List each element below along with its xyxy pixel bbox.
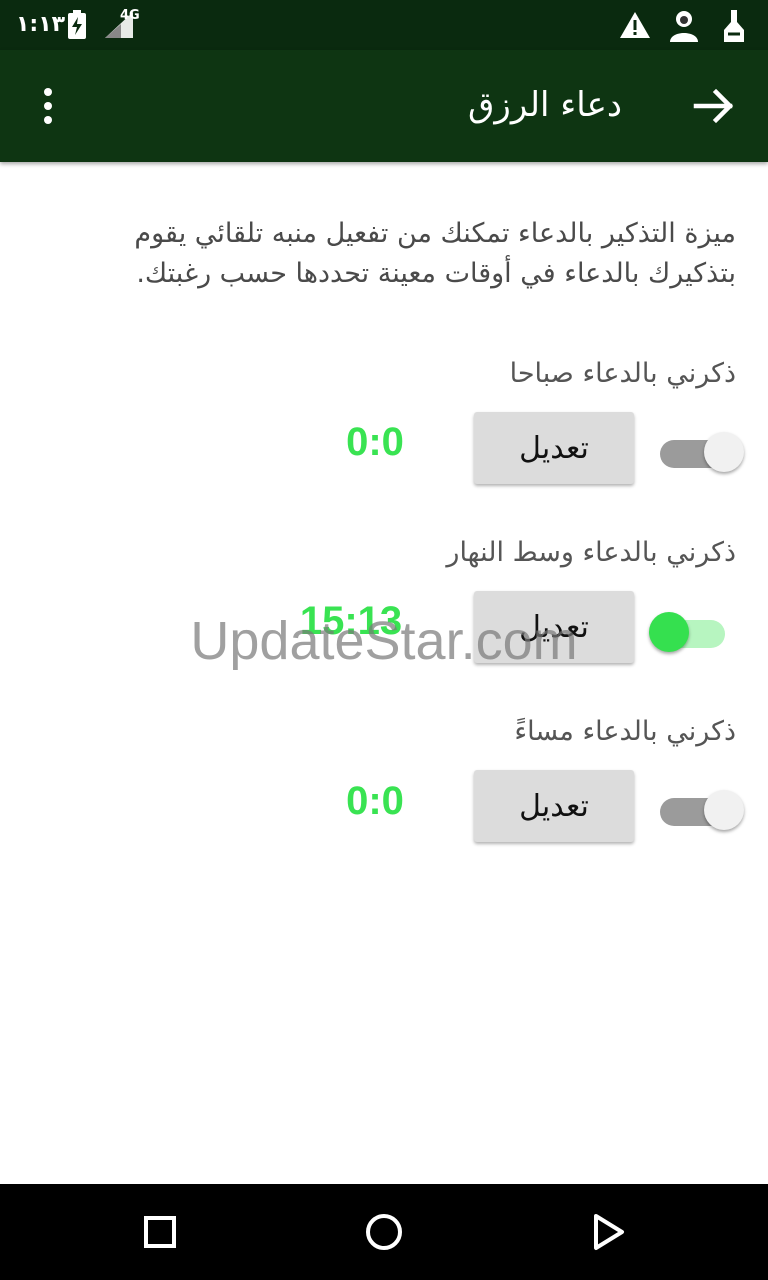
- evening-reminder-label: ذكرني بالدعاء مساءً: [514, 716, 736, 747]
- warning-icon: [618, 8, 652, 42]
- navigation-bar: [0, 1184, 768, 1280]
- more-vert-icon[interactable]: [28, 80, 68, 132]
- recents-square-icon[interactable]: [136, 1208, 184, 1256]
- home-circle-icon[interactable]: [360, 1208, 408, 1256]
- battery-charging-icon: [66, 8, 88, 42]
- evening-reminder-toggle[interactable]: [656, 782, 744, 832]
- avatar-icon: [666, 8, 702, 42]
- morning-reminder-toggle[interactable]: [656, 424, 744, 474]
- page-title: دعاء الرزق: [468, 85, 622, 125]
- morning-edit-button[interactable]: تعديل: [474, 412, 634, 484]
- app-bar: دعاء الرزق: [0, 50, 768, 162]
- arrow-forward-icon[interactable]: [690, 82, 738, 130]
- status-bar: ١:١٣ 4G: [0, 0, 768, 50]
- feature-description: ميزة التذكير بالدعاء تمكنك من تفعيل منبه…: [134, 218, 736, 289]
- morning-reminder-time: 0:0: [346, 420, 404, 464]
- midday-reminder-label: ذكرني بالدعاء وسط النهار: [446, 537, 736, 568]
- status-time: ١:١٣: [16, 12, 66, 37]
- morning-reminder-label: ذكرني بالدعاء صباحا: [509, 358, 736, 389]
- watermark: UpdateStar.com: [190, 611, 578, 671]
- app-notification-icon: [720, 8, 748, 42]
- back-triangle-icon[interactable]: [584, 1208, 632, 1256]
- evening-reminder-time: 0:0: [346, 779, 404, 823]
- network-type: 4G: [120, 7, 140, 23]
- evening-edit-button[interactable]: تعديل: [474, 770, 634, 842]
